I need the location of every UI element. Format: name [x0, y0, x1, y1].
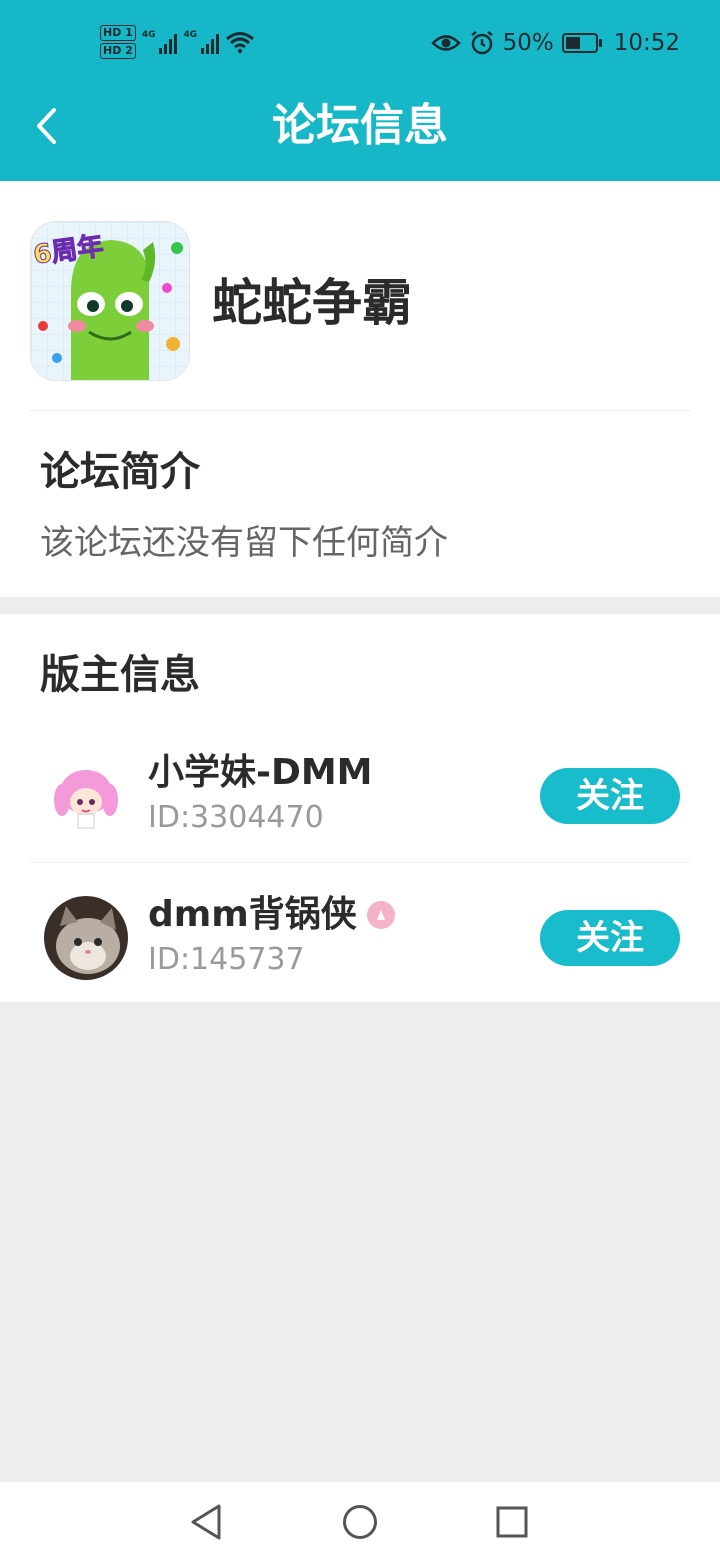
moderator-row[interactable]: 小学妹-DMM ID:3304470 关注 — [0, 732, 720, 860]
intro-title: 论坛简介 — [40, 449, 200, 495]
moderator-name: 小学妹-DMM — [148, 750, 372, 796]
clock: 10:52 — [613, 30, 680, 56]
nav-home-button[interactable] — [338, 1500, 382, 1544]
forum-name: 蛇蛇争霸 — [212, 274, 412, 332]
forum-info-section: 6周年 蛇蛇争霸 论坛简介 该论坛还没有留下任何简介 — [0, 181, 720, 597]
moderator-id: ID:3304470 — [148, 800, 324, 835]
moderators-section: 版主信息 小学妹-DMM ID:3304470 关注 dmm背锅侠 ID:145… — [0, 614, 720, 1002]
app-header: HD 1 HD 2 4G 4G 50% 10:52 论坛信息 — [0, 0, 720, 181]
system-nav-bar — [0, 1482, 720, 1560]
hd2-indicator: HD 2 — [100, 43, 136, 59]
forum-icon: 6周年 — [30, 221, 190, 381]
signal-icon: 4G — [183, 30, 220, 54]
nav-home-icon — [343, 1505, 377, 1539]
status-bar: HD 1 HD 2 4G 4G 50% 10:52 — [0, 0, 720, 84]
hd-indicators: HD 1 HD 2 — [100, 25, 136, 59]
nav-recents-button[interactable] — [490, 1500, 534, 1544]
divider — [30, 862, 690, 863]
signal-icon: 4G — [142, 30, 178, 54]
follow-button[interactable]: 关注 — [540, 768, 680, 824]
nav-back-button[interactable] — [184, 1500, 228, 1544]
status-left: HD 1 HD 2 4G 4G — [100, 20, 255, 64]
divider — [30, 410, 690, 411]
wifi-icon — [226, 32, 255, 54]
moderators-title: 版主信息 — [40, 652, 200, 698]
status-right: 50% 10:52 — [430, 26, 680, 60]
cat-avatar — [44, 896, 128, 980]
battery-percent: 50% — [502, 30, 554, 56]
follow-button[interactable]: 关注 — [540, 910, 680, 966]
hd1-indicator: HD 1 — [100, 25, 136, 41]
nav-recents-icon — [496, 1506, 528, 1538]
eye-icon — [430, 35, 461, 51]
moderator-name-text: 小学妹-DMM — [148, 752, 373, 793]
battery-icon — [561, 33, 602, 53]
network-type-1: 4G — [141, 30, 156, 40]
page-title: 论坛信息 — [272, 100, 448, 151]
anime-girl-avatar — [44, 754, 128, 838]
moderator-name-text: dmm背锅侠 — [148, 894, 357, 935]
avatar[interactable] — [44, 896, 128, 980]
alarm-icon — [470, 31, 493, 55]
avatar[interactable] — [44, 754, 128, 838]
badge-icon — [366, 901, 395, 929]
intro-text: 该论坛还没有留下任何简介 — [40, 523, 448, 563]
moderator-id: ID:145737 — [148, 942, 305, 977]
network-type-2: 4G — [183, 30, 198, 40]
moderator-row[interactable]: dmm背锅侠 ID:145737 关注 — [0, 874, 720, 1002]
nav-back-icon — [191, 1504, 221, 1540]
moderator-name: dmm背锅侠 — [148, 892, 395, 938]
